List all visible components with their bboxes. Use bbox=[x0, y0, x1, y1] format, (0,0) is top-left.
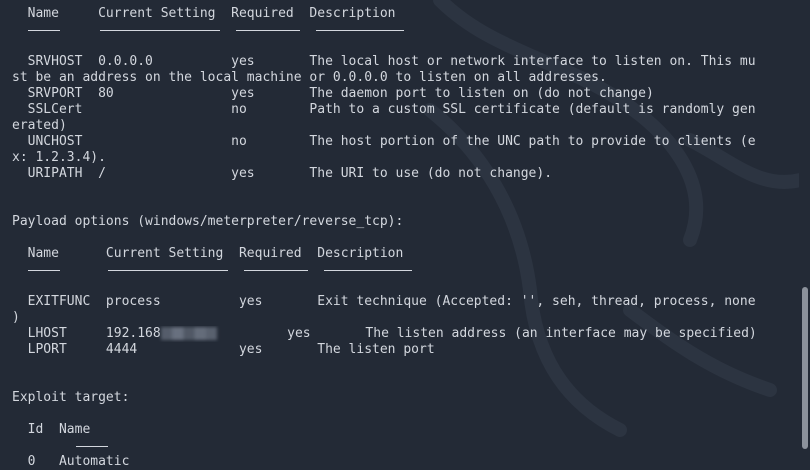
terminal-line bbox=[12, 438, 787, 454]
redacted-ip-blur bbox=[160, 327, 217, 340]
terminal-window: { "colors": {"background": "#232a36", "t… bbox=[0, 0, 810, 469]
terminal-line bbox=[12, 22, 787, 38]
terminal-line: Name Current Setting Required Descriptio… bbox=[12, 6, 396, 21]
scrollbar-thumb[interactable] bbox=[802, 287, 808, 449]
terminal-line: erated) bbox=[12, 118, 67, 133]
terminal-line: Payload options (windows/meterpreter/rev… bbox=[12, 214, 404, 229]
terminal-line: URIPATH / yes The URI to use (do not cha… bbox=[12, 166, 553, 181]
header-underline bbox=[236, 24, 300, 31]
terminal-line: x: 1.2.3.4). bbox=[12, 150, 106, 165]
terminal-line: SSLCert no Path to a custom SSL certific… bbox=[12, 102, 756, 117]
terminal-line: Id Name bbox=[12, 422, 91, 437]
terminal-line: Name Current Setting Required Descriptio… bbox=[12, 246, 404, 261]
terminal-line: EXITFUNC process yes Exit technique (Acc… bbox=[12, 294, 756, 309]
terminal-line bbox=[12, 262, 787, 278]
terminal-line: UNCHOST no The host portion of the UNC p… bbox=[12, 134, 756, 149]
terminal-line: SRVPORT 80 yes The daemon port to listen… bbox=[12, 86, 654, 101]
header-underline bbox=[100, 24, 220, 31]
lhost-value: LHOST 192.168 bbox=[12, 326, 161, 341]
terminal-line: st be an address on the local machine or… bbox=[12, 70, 607, 85]
terminal-output: Name Current Setting Required Descriptio… bbox=[12, 6, 787, 470]
lhost-rest: yes The listen address (an interface may… bbox=[216, 326, 757, 341]
header-underline bbox=[28, 264, 60, 271]
header-underline bbox=[108, 264, 228, 271]
terminal-line: LHOST 192.168 yes The listen address (an… bbox=[12, 326, 787, 342]
terminal-line: Exploit target: bbox=[12, 390, 130, 405]
terminal-line: 0 Automatic bbox=[12, 454, 130, 469]
header-underline bbox=[76, 440, 108, 447]
header-underline bbox=[244, 264, 308, 271]
header-underline bbox=[316, 24, 404, 31]
terminal-line: SRVHOST 0.0.0.0 yes The local host or ne… bbox=[12, 54, 756, 69]
terminal-line: ) bbox=[12, 310, 20, 325]
header-underline bbox=[28, 24, 60, 31]
terminal-line: LPORT 4444 yes The listen port bbox=[12, 342, 435, 357]
header-underline bbox=[324, 264, 412, 271]
